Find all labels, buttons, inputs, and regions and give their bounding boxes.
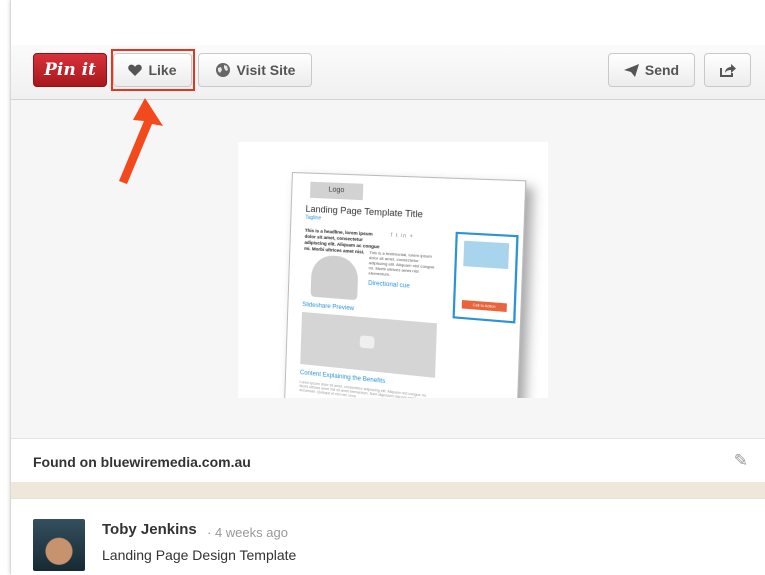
share-button[interactable]: [704, 53, 751, 87]
template-form-box: Call to Action: [452, 231, 519, 324]
template-slideshare-box: [300, 311, 437, 378]
annotation-arrow: [119, 98, 163, 184]
template-form-image: [463, 240, 510, 270]
template-social-icons: f t in +: [390, 232, 415, 240]
source-caption-bar: Found on bluewiremedia.com.au ✎: [11, 438, 765, 484]
template-testimonial: This is a testimonial, lorem ipsum dolor…: [368, 249, 435, 277]
visit-site-button[interactable]: Visit Site: [198, 53, 312, 87]
pin-closeup-panel: Pin it Like Visit Site Send Logo Landing…: [10, 0, 765, 575]
pencil-edit-icon[interactable]: ✎: [734, 451, 748, 471]
pin-it-button[interactable]: Pin it: [33, 53, 107, 87]
slideshare-icon: [359, 335, 375, 349]
template-directional-cue: Directional cue: [367, 280, 410, 290]
pin-timestamp: · 4 weeks ago: [207, 525, 288, 540]
paper-plane-icon: [623, 63, 639, 77]
template-logo-box: Logo: [309, 181, 364, 201]
visit-site-label: Visit Site: [236, 62, 296, 78]
send-button[interactable]: Send: [608, 53, 695, 87]
found-on-source-link[interactable]: Found on bluewiremedia.com.au: [33, 454, 251, 470]
avatar[interactable]: [33, 519, 85, 571]
globe-icon: [215, 63, 230, 77]
pin-image[interactable]: Logo Landing Page Template Title Tagline…: [238, 142, 548, 398]
pin-it-label: Pin it: [44, 60, 96, 80]
share-icon: [720, 63, 736, 77]
heart-icon: [128, 64, 143, 76]
panel-top-margin: [11, 0, 765, 45]
background-strip: [11, 482, 765, 498]
board-name[interactable]: Landing Page Design Template: [102, 547, 296, 563]
pinner-info: Toby Jenkins · 4 weeks ago Landing Page …: [11, 498, 765, 575]
template-title: Landing Page Template Title: [305, 203, 424, 220]
landing-page-template-preview: Logo Landing Page Template Title Tagline…: [283, 172, 527, 398]
like-button[interactable]: Like: [113, 53, 192, 87]
template-slideshare-heading: Slideshare Preview: [302, 301, 355, 313]
like-label: Like: [148, 62, 177, 78]
pinner-name[interactable]: Toby Jenkins: [102, 521, 197, 538]
template-person-silhouette: [310, 254, 359, 301]
template-cta-button: Call to Action: [461, 299, 507, 312]
pin-action-toolbar: Pin it Like Visit Site Send: [11, 45, 765, 100]
template-tagline: Tagline: [305, 214, 322, 222]
send-label: Send: [644, 62, 680, 78]
